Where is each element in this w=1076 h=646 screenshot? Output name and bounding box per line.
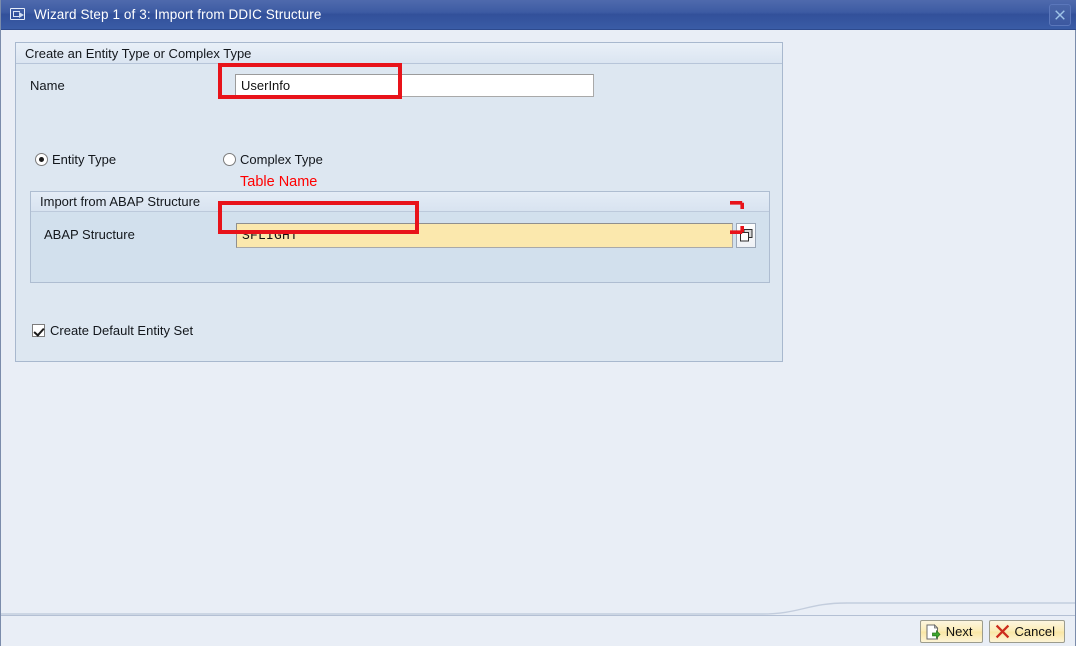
import-abap-groupbox-title: Import from ABAP Structure (40, 194, 201, 209)
cancel-x-icon (995, 624, 1010, 639)
screenshot-root: Wizard Step 1 of 3: Import from DDIC Str… (0, 0, 1076, 646)
create-default-entity-set-box (32, 324, 45, 337)
radio-complex-type-label: Complex Type (240, 152, 323, 167)
footer-button-bar: Next Cancel (919, 620, 1065, 643)
sap-dialog-icon (10, 7, 27, 22)
radio-entity-type-dot (35, 153, 48, 166)
radio-complex-type[interactable]: Complex Type (223, 152, 323, 167)
entity-type-groupbox: Create an Entity Type or Complex Type Na… (15, 42, 783, 362)
name-input[interactable] (235, 74, 594, 97)
wizard-dialog-window: Wizard Step 1 of 3: Import from DDIC Str… (0, 0, 1076, 646)
radio-complex-type-dot (223, 153, 236, 166)
abap-structure-row: ABAP Structure (31, 223, 769, 249)
entity-type-groupbox-body: Name Entity Type Complex Type (16, 64, 782, 361)
type-radio-group: Entity Type Complex Type (16, 152, 782, 172)
cancel-button-label: Cancel (1014, 624, 1055, 639)
abap-structure-label: ABAP Structure (44, 227, 135, 242)
radio-entity-type-label: Entity Type (52, 152, 117, 167)
create-default-entity-set-checkbox[interactable]: Create Default Entity Set (32, 323, 193, 338)
next-button[interactable]: Next (919, 620, 983, 643)
entity-type-groupbox-title: Create an Entity Type or Complex Type (25, 45, 252, 61)
name-label: Name (30, 78, 65, 93)
value-help-icon (739, 229, 752, 242)
abap-structure-input[interactable] (236, 223, 733, 248)
import-abap-groupbox-header: Import from ABAP Structure (31, 192, 769, 212)
name-row: Name (16, 74, 782, 98)
cancel-button[interactable]: Cancel (988, 620, 1065, 643)
next-document-icon (926, 623, 941, 640)
dialog-footer: Next Cancel (1, 615, 1075, 646)
abap-structure-field-wrap (236, 223, 756, 248)
dialog-titlebar: Wizard Step 1 of 3: Import from DDIC Str… (1, 0, 1076, 30)
dialog-title: Wizard Step 1 of 3: Import from DDIC Str… (34, 7, 322, 22)
entity-type-groupbox-header: Create an Entity Type or Complex Type (16, 43, 782, 64)
dialog-content: Create an Entity Type or Complex Type Na… (1, 30, 1075, 615)
close-button[interactable] (1049, 4, 1071, 26)
create-default-entity-set-label: Create Default Entity Set (50, 323, 194, 338)
radio-entity-type[interactable]: Entity Type (35, 152, 116, 167)
abap-structure-value-help-button[interactable] (736, 223, 756, 248)
next-button-label: Next (945, 624, 973, 639)
close-icon (1055, 10, 1065, 20)
import-abap-groupbox: Import from ABAP Structure ABAP Structur… (30, 191, 770, 283)
